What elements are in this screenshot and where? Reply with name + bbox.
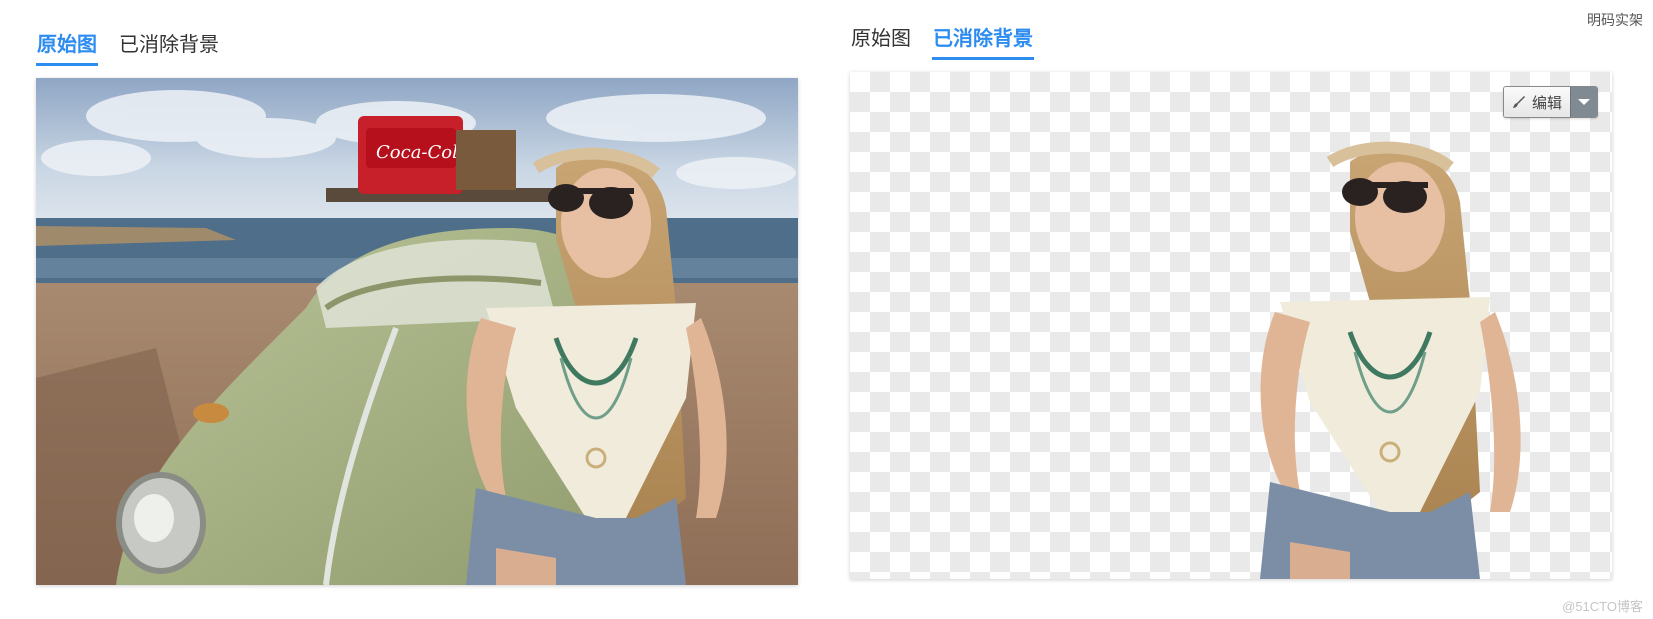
right-tab-bar: 原始图 已消除背景 bbox=[850, 22, 1612, 60]
tab-original[interactable]: 原始图 bbox=[36, 29, 98, 66]
watermark: @51CTO博客 bbox=[1562, 599, 1643, 614]
edit-button[interactable]: 编辑 bbox=[1503, 87, 1570, 117]
edit-dropdown-toggle[interactable] bbox=[1570, 87, 1597, 117]
result-canvas: 编辑 bbox=[850, 72, 1612, 579]
edit-button-group: 编辑 bbox=[1502, 86, 1598, 118]
left-tab-bar: 原始图 已消除背景 bbox=[36, 28, 798, 66]
original-photo: Coca-Cola bbox=[36, 78, 798, 585]
tab-original[interactable]: 原始图 bbox=[850, 23, 912, 60]
chevron-down-icon bbox=[1578, 99, 1590, 105]
tab-background-removed[interactable]: 已消除背景 bbox=[118, 29, 220, 66]
original-panel: 原始图 已消除背景 Coca-Cola bbox=[36, 28, 798, 585]
svg-text:Coca-Cola: Coca-Cola bbox=[376, 142, 469, 163]
original-image: Coca-Cola bbox=[36, 78, 798, 585]
edit-label: 编辑 bbox=[1531, 94, 1562, 112]
brush-icon bbox=[1512, 95, 1526, 109]
tab-background-removed[interactable]: 已消除背景 bbox=[932, 23, 1034, 60]
result-panel: 原始图 已消除背景 编辑 bbox=[850, 22, 1612, 579]
cutout-photo bbox=[1260, 141, 1521, 579]
